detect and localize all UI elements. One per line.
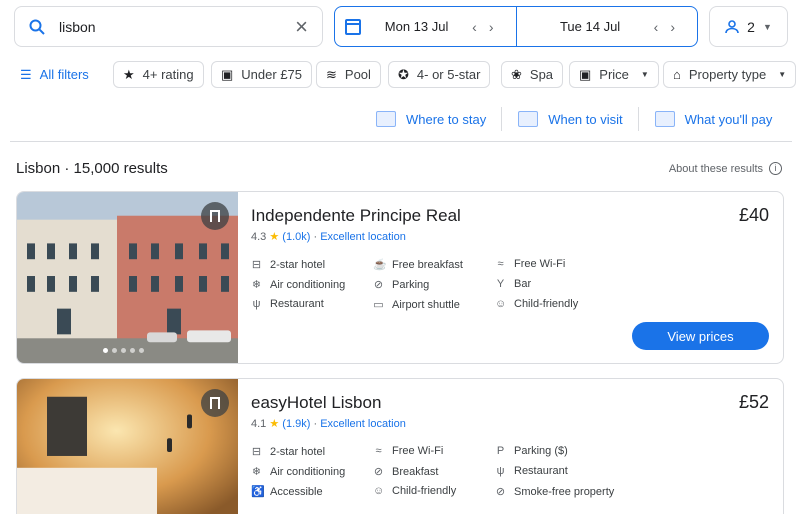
- search-icon: [29, 19, 45, 35]
- wifi-icon: ≈: [375, 445, 382, 457]
- spa-icon: ❀: [511, 66, 522, 82]
- guest-count: 2: [747, 18, 755, 35]
- price-image-icon: [654, 111, 675, 127]
- amenity: P Parking ($): [496, 445, 568, 457]
- caret-down-icon: ▼: [640, 70, 649, 79]
- snowflake-icon: ❄: [251, 466, 262, 478]
- no-breakfast-icon: ⊘: [373, 466, 384, 478]
- cash-icon: ▣: [579, 66, 592, 82]
- filter-chip-price-under[interactable]: ▣ Under £75: [211, 61, 313, 88]
- hotel-name[interactable]: easyHotel Lisbon: [251, 393, 381, 413]
- amenity: ⊘ Smoke-free property: [495, 485, 615, 499]
- amenity: ❄ Air conditioning: [251, 465, 346, 479]
- child-icon: ☺: [373, 485, 385, 497]
- info-icon: i: [769, 162, 782, 175]
- search-box[interactable]: lisbon ×: [14, 6, 323, 47]
- results-title: Lisbon · 15,000 results: [16, 160, 168, 177]
- link-what-youll-pay[interactable]: What you'll pay: [651, 111, 788, 127]
- amenity: ♿ Accessible: [251, 485, 323, 499]
- carousel-dots[interactable]: [103, 348, 144, 353]
- bed-icon: ⊟: [251, 446, 262, 458]
- sliders-icon: ☰: [20, 66, 32, 82]
- bookmark-icon[interactable]: [201, 389, 229, 417]
- shuttle-icon: ▭: [373, 299, 384, 311]
- person-icon: [725, 19, 739, 33]
- all-filters-button[interactable]: ☰ All filters: [20, 61, 89, 88]
- amenity: ☺ Child-friendly: [495, 298, 579, 310]
- restaurant-icon: ψ: [496, 465, 505, 477]
- parking-icon: P: [496, 445, 505, 457]
- filter-chip-price[interactable]: ▣ Price ▼: [569, 61, 659, 88]
- cocktail-icon: Y: [496, 278, 505, 290]
- amenity: ⊘ Parking: [373, 278, 430, 292]
- amenity: ψ Restaurant: [252, 298, 324, 310]
- bookmark-icon[interactable]: [201, 202, 229, 230]
- star-icon: ★: [269, 231, 280, 243]
- map-image-icon: [376, 111, 396, 127]
- home-icon: ⌂: [673, 67, 681, 82]
- explore-links: Where to stay When to visit What you'll …: [372, 107, 787, 131]
- view-prices-button[interactable]: View prices: [632, 322, 769, 350]
- link-where-to-stay[interactable]: Where to stay: [372, 111, 501, 127]
- date-arrows[interactable]: ‹›: [472, 19, 505, 35]
- amenity: Y Bar: [496, 278, 532, 290]
- amenity: ❄ Air conditioning: [251, 278, 346, 292]
- no-parking-icon: ⊘: [373, 279, 384, 291]
- divider: [637, 107, 639, 131]
- child-icon: ☺: [495, 298, 507, 310]
- amenity: ψ Restaurant: [496, 465, 568, 477]
- checkout-date[interactable]: Tue 14 Jul ‹›: [515, 7, 698, 46]
- date-arrows[interactable]: ‹›: [654, 19, 687, 35]
- filter-chip-property-type[interactable]: ⌂ Property type ▼: [663, 61, 797, 88]
- wifi-icon: ≈: [497, 258, 504, 270]
- calendar-icon: [345, 18, 361, 35]
- checkin-date[interactable]: Mon 13 Jul ‹›: [335, 7, 516, 46]
- about-results-link[interactable]: About these results i: [669, 162, 782, 175]
- filter-chip-rating[interactable]: ★ 4+ rating: [113, 61, 204, 88]
- cash-icon: ▣: [221, 66, 234, 82]
- caret-down-icon: ▼: [778, 70, 787, 79]
- star-icon: ★: [269, 418, 280, 430]
- star-icon: ★: [123, 66, 135, 82]
- clear-icon[interactable]: ×: [295, 15, 308, 38]
- snowflake-icon: ❄: [251, 279, 262, 291]
- hotel-price: £40: [738, 205, 769, 225]
- hotel-rating: 4.3 ★ (1.0k) · Excellent location: [251, 231, 406, 243]
- amenity: ☺ Child-friendly: [373, 485, 457, 497]
- filter-bar: ☰ All filters ★ 4+ rating ▣ Under £75 ≋ Poo…: [0, 61, 800, 88]
- amenity: ⊘ Breakfast: [373, 465, 439, 479]
- restaurant-icon: ψ: [252, 298, 261, 310]
- bed-icon: ⊟: [251, 259, 262, 271]
- accessible-icon: ♿: [251, 486, 265, 498]
- no-smoking-icon: ⊘: [495, 486, 506, 498]
- calendar-image-icon: [518, 111, 539, 127]
- hotel-name[interactable]: Independente Principe Real: [251, 206, 461, 226]
- amenity: ≈ Free Wi-Fi: [373, 445, 443, 457]
- amenity: ⊟ 2-star hotel: [251, 445, 326, 459]
- divider: [501, 107, 503, 131]
- date-picker[interactable]: Mon 13 Jul ‹› Tue 14 Jul ‹›: [334, 6, 698, 47]
- amenity: ⊟ 2-star hotel: [251, 258, 326, 272]
- guests-selector[interactable]: 2 ▼: [709, 6, 788, 47]
- filter-chip-pool[interactable]: ≋ Pool: [316, 61, 381, 88]
- hotel-card[interactable]: Independente Principe Real £40 4.3 ★ (1.…: [16, 191, 784, 364]
- hotel-price: £52: [738, 392, 769, 412]
- coffee-icon: ☕: [373, 259, 387, 271]
- star-circle-icon: ✪: [398, 66, 409, 82]
- filter-chip-spa[interactable]: ❀ Spa: [501, 61, 564, 88]
- amenity: ☕ Free breakfast: [373, 258, 463, 272]
- amenity: ≈ Free Wi-Fi: [495, 258, 565, 270]
- filter-chip-star-class[interactable]: ✪ 4- or 5-star: [388, 61, 491, 88]
- pool-icon: ≋: [326, 66, 337, 82]
- amenity: ▭ Airport shuttle: [373, 298, 460, 312]
- search-input[interactable]: lisbon: [59, 19, 295, 35]
- link-when-to-visit[interactable]: When to visit: [514, 111, 637, 127]
- hotel-rating: 4.1 ★ (1.9k) · Excellent location: [251, 418, 406, 430]
- hotel-card[interactable]: easyHotel Lisbon £52 4.1 ★ (1.9k) · Exce…: [16, 378, 784, 514]
- caret-down-icon: ▼: [762, 21, 772, 32]
- divider: [10, 141, 792, 142]
